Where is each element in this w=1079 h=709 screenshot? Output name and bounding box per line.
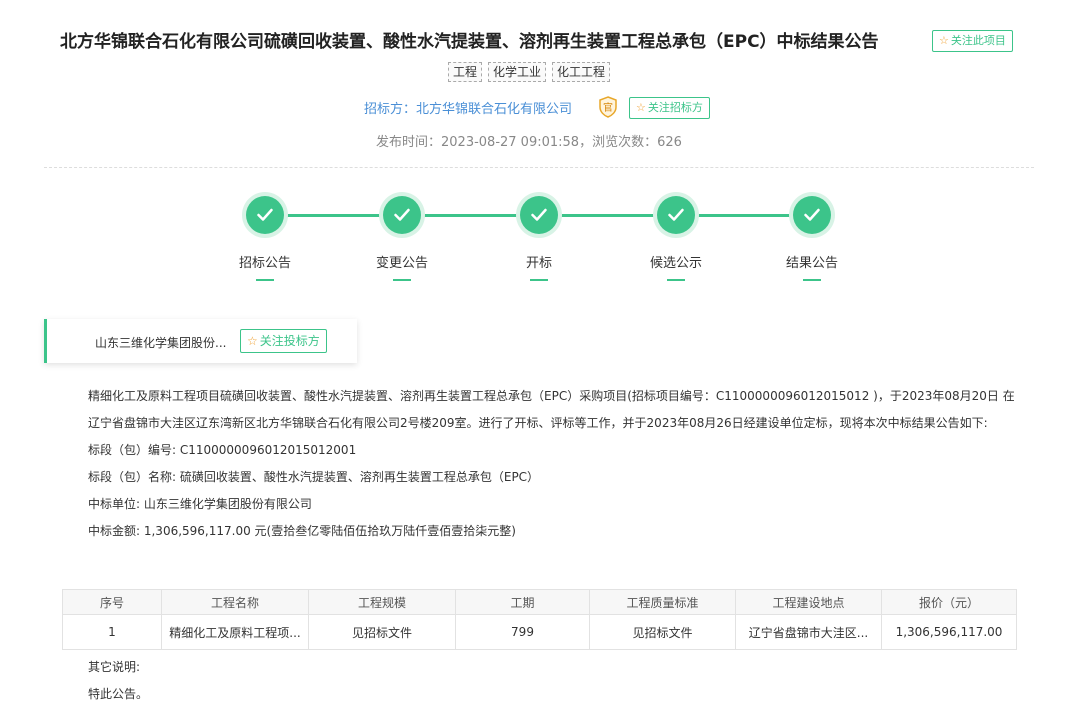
follow-tenderer-label: 关注招标方	[647, 101, 703, 114]
table-header-row: 序号 工程名称 工程规模 工期 工程质量标准 工程建设地点 报价（元）	[62, 589, 1017, 615]
table-cell: 精细化工及原料工程项...	[161, 614, 309, 650]
header: 北方华锦联合石化有限公司硫磺回收装置、酸性水汽提装置、溶剂再生装置工程总承包（E…	[0, 27, 1079, 57]
table-row: 1 精细化工及原料工程项... 见招标文件 799 见招标文件 辽宁省盘锦市大洼…	[62, 614, 1017, 650]
col-header: 工程质量标准	[589, 589, 736, 615]
step-underline	[803, 279, 821, 281]
tag-item[interactable]: 化学工业	[488, 62, 547, 82]
tenderer-link[interactable]: 北方华锦联合石化有限公司	[416, 102, 572, 117]
official-badge-icon: 官	[598, 96, 618, 118]
check-icon	[520, 196, 558, 234]
other-notes: 其它说明:	[88, 660, 141, 674]
col-header: 报价（元）	[881, 589, 1017, 615]
star-icon: ☆	[636, 101, 646, 114]
check-icon	[383, 196, 421, 234]
star-icon: ☆	[247, 334, 258, 348]
step-label: 候选公示	[649, 256, 702, 271]
step-result-notice[interactable]: 结果公告	[752, 196, 872, 281]
announcement-paragraph: 精细化工及原料工程项目硫磺回收装置、酸性水汽提装置、溶剂再生装置工程总承包（EP…	[88, 389, 1015, 430]
winning-bidder: 中标单位: 山东三维化学集团股份有限公司	[88, 497, 312, 511]
winner-card: 山东三维化学集团股份... ☆ 关注投标方	[44, 319, 357, 363]
star-icon: ☆	[939, 34, 949, 47]
lot-number: 标段（包）编号: C1100000096012015012001	[88, 443, 357, 457]
announcement-body: 精细化工及原料工程项目硫磺回收装置、酸性水汽提装置、溶剂再生装置工程总承包（EP…	[88, 383, 1024, 545]
step-label: 招标公告	[238, 256, 291, 271]
col-header: 工程规模	[308, 589, 456, 615]
tenderer-info: 招标方：北方华锦联合石化有限公司	[364, 98, 572, 117]
publish-meta: 发布时间：2023-08-27 09:01:58，浏览次数：626	[376, 135, 682, 150]
tag-item[interactable]: 化工工程	[552, 62, 611, 82]
follow-tenderer-button[interactable]: ☆ 关注招标方	[629, 97, 710, 119]
announcement-footer: 其它说明: 特此公告。	[88, 654, 148, 708]
step-underline	[256, 279, 274, 281]
step-label: 结果公告	[785, 256, 838, 271]
winner-company-link[interactable]: 山东三维化学集团股份...	[95, 334, 226, 351]
step-underline	[393, 279, 411, 281]
col-header: 工期	[455, 589, 590, 615]
follow-bidder-label: 关注投标方	[259, 334, 320, 348]
step-candidate-publicity[interactable]: 候选公示	[616, 196, 736, 281]
table-cell: 1	[62, 614, 162, 650]
check-icon	[657, 196, 695, 234]
page-title: 北方华锦联合石化有限公司硫磺回收装置、酸性水汽提装置、溶剂再生装置工程总承包（E…	[60, 32, 879, 52]
step-tender-notice[interactable]: 招标公告	[205, 196, 325, 281]
winning-amount: 中标金额: 1,306,596,117.00 元(壹拾叁亿零陆佰伍拾玖万陆仟壹佰…	[88, 524, 516, 538]
step-underline	[667, 279, 685, 281]
step-label: 变更公告	[375, 256, 428, 271]
col-header: 工程建设地点	[735, 589, 882, 615]
official-badge-text: 官	[603, 101, 613, 114]
col-header: 序号	[62, 589, 162, 615]
step-underline	[530, 279, 548, 281]
follow-project-button[interactable]: ☆ 关注此项目	[932, 30, 1013, 52]
tag-item[interactable]: 工程	[448, 62, 483, 82]
tenderer-label: 招标方：	[364, 102, 417, 117]
follow-project-label: 关注此项目	[950, 34, 1006, 47]
result-table: 序号 工程名称 工程规模 工期 工程质量标准 工程建设地点 报价（元） 1 精细…	[62, 589, 1017, 650]
follow-bidder-button[interactable]: ☆ 关注投标方	[240, 329, 327, 353]
table-cell: 见招标文件	[308, 614, 456, 650]
step-label: 开标	[525, 256, 552, 271]
table-cell: 799	[455, 614, 590, 650]
step-change-notice[interactable]: 变更公告	[342, 196, 462, 281]
closing-text: 特此公告。	[88, 687, 149, 701]
table-cell: 辽宁省盘锦市大洼区...	[735, 614, 882, 650]
check-icon	[246, 196, 284, 234]
lot-name: 标段（包）名称: 硫磺回收装置、酸性水汽提装置、溶剂再生装置工程总承包（EPC）	[88, 470, 540, 484]
table-cell: 见招标文件	[589, 614, 736, 650]
divider	[44, 167, 1034, 168]
table-cell: 1,306,596,117.00	[881, 614, 1017, 650]
check-icon	[793, 196, 831, 234]
col-header: 工程名称	[161, 589, 309, 615]
tag-list: 工程 化学工业 化工工程	[448, 62, 611, 82]
step-bid-opening[interactable]: 开标	[479, 196, 599, 281]
